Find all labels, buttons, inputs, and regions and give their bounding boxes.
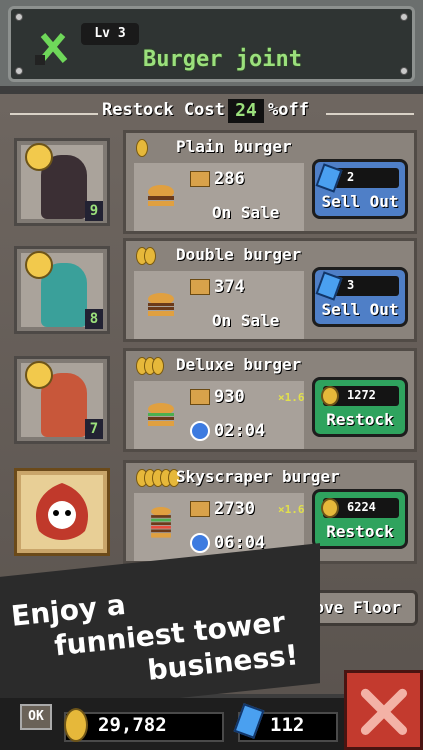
coin-icon bbox=[64, 708, 88, 742]
item-name: Plain burger bbox=[176, 137, 292, 156]
staff-level: 8 bbox=[85, 309, 103, 329]
smiley-icon bbox=[25, 143, 53, 171]
gem-icon bbox=[315, 163, 343, 193]
burger-icon bbox=[151, 507, 171, 538]
page-title: Burger joint bbox=[143, 47, 302, 72]
restock-percent: 24 bbox=[228, 99, 264, 123]
cost-bar: 2 bbox=[315, 163, 399, 193]
button-label: Restock bbox=[326, 522, 394, 541]
rivet bbox=[15, 67, 23, 75]
item-panel: Deluxe burger 930 ×1.6 02:04 1272 Restoc… bbox=[123, 348, 417, 452]
staff-level: 9 bbox=[85, 201, 103, 221]
divider bbox=[326, 113, 414, 115]
item-panel: Plain burger 286 On Sale 2 Sell Out bbox=[123, 130, 417, 234]
smiley-icon bbox=[25, 361, 53, 389]
header-panel: Lv 3 Burger joint bbox=[8, 6, 415, 82]
header-bar: Lv 3 Burger joint bbox=[0, 0, 423, 90]
box-icon bbox=[190, 389, 210, 405]
sell-out-button[interactable]: 3 Sell Out bbox=[312, 267, 408, 327]
burger-icon bbox=[148, 403, 174, 426]
item-name: Double burger bbox=[176, 245, 302, 264]
clock-icon bbox=[190, 533, 210, 553]
cost-value: 6224 bbox=[347, 500, 376, 514]
button-label: Sell Out bbox=[321, 192, 399, 211]
close-button[interactable] bbox=[344, 670, 423, 750]
button-label: Restock bbox=[326, 410, 394, 429]
sale-status: On Sale bbox=[212, 311, 280, 330]
restock-suffix: %off bbox=[268, 100, 309, 120]
stock-count: 286 bbox=[214, 169, 245, 189]
coin-tier-icon bbox=[136, 247, 156, 265]
coin-tier-icon bbox=[136, 139, 148, 157]
gem-value: 112 bbox=[270, 714, 305, 736]
cost-value: 3 bbox=[347, 278, 355, 292]
ok-button[interactable]: OK bbox=[20, 704, 52, 730]
coin-tier-icon bbox=[136, 357, 164, 375]
box-icon bbox=[190, 279, 210, 295]
restock-cost-row: Restock Cost 24 %off bbox=[0, 98, 423, 128]
coin-icon bbox=[321, 498, 339, 518]
smiley-icon bbox=[25, 251, 53, 279]
staff-portrait[interactable]: 8 bbox=[14, 246, 110, 334]
item-details: 930 ×1.6 02:04 bbox=[134, 381, 305, 449]
item-details: 286 On Sale bbox=[134, 163, 304, 231]
stock-count: 2730 bbox=[214, 499, 255, 519]
gem-icon bbox=[315, 271, 343, 301]
burger-icon bbox=[148, 293, 174, 316]
button-label: Sell Out bbox=[321, 300, 399, 319]
sale-status: On Sale bbox=[212, 203, 280, 222]
divider bbox=[10, 113, 98, 115]
sell-out-button[interactable]: 2 Sell Out bbox=[312, 159, 408, 219]
item-details: 374 On Sale bbox=[134, 271, 304, 339]
rivet bbox=[400, 67, 408, 75]
rivet bbox=[15, 13, 23, 21]
staff-level: 7 bbox=[85, 419, 103, 439]
boss-portrait[interactable] bbox=[14, 468, 110, 556]
money-value: 29,782 bbox=[98, 714, 167, 736]
coin-icon bbox=[321, 386, 339, 406]
item-name: Skyscraper burger bbox=[176, 467, 340, 486]
list-item: Skyscraper burger 2730 ×1.6 06:04 6224 R… bbox=[0, 458, 423, 568]
staff-portrait[interactable]: 9 bbox=[14, 138, 110, 226]
level-badge: Lv 3 bbox=[81, 23, 139, 45]
multiplier: ×1.6 bbox=[278, 503, 305, 516]
restock-timer: 02:04 bbox=[214, 421, 266, 441]
cost-bar: 1272 bbox=[321, 386, 399, 406]
clock-icon bbox=[190, 421, 210, 441]
coin-tier-icon bbox=[136, 469, 180, 487]
list-item: 9 Plain burger 286 On Sale 2 Sell Out bbox=[0, 128, 423, 238]
box-icon bbox=[190, 501, 210, 517]
cost-bar: 6224 bbox=[321, 498, 399, 518]
stock-count: 930 bbox=[214, 387, 245, 407]
rivet bbox=[400, 13, 408, 21]
item-name: Deluxe burger bbox=[176, 355, 302, 374]
burger-icon bbox=[148, 185, 174, 206]
box-icon bbox=[190, 171, 210, 187]
cost-value: 1272 bbox=[347, 388, 376, 402]
restock-label: Restock Cost bbox=[102, 100, 225, 120]
restock-button[interactable]: 6224 Restock bbox=[312, 489, 408, 549]
restock-button[interactable]: 1272 Restock bbox=[312, 377, 408, 437]
cost-value: 2 bbox=[347, 170, 355, 184]
close-icon bbox=[360, 688, 408, 735]
list-item: 7 Deluxe burger 930 ×1.6 02:04 1272 Rest… bbox=[0, 346, 423, 456]
staff-portrait[interactable]: 7 bbox=[14, 356, 110, 444]
fork-knife-icon bbox=[35, 33, 68, 65]
item-panel: Double burger 374 On Sale 3 Sell Out bbox=[123, 238, 417, 342]
list-item: 8 Double burger 374 On Sale 3 Sell Out bbox=[0, 236, 423, 346]
multiplier: ×1.6 bbox=[278, 391, 305, 404]
cost-bar: 3 bbox=[315, 271, 399, 301]
stock-count: 374 bbox=[214, 277, 245, 297]
skull-emblem-icon bbox=[35, 483, 89, 540]
